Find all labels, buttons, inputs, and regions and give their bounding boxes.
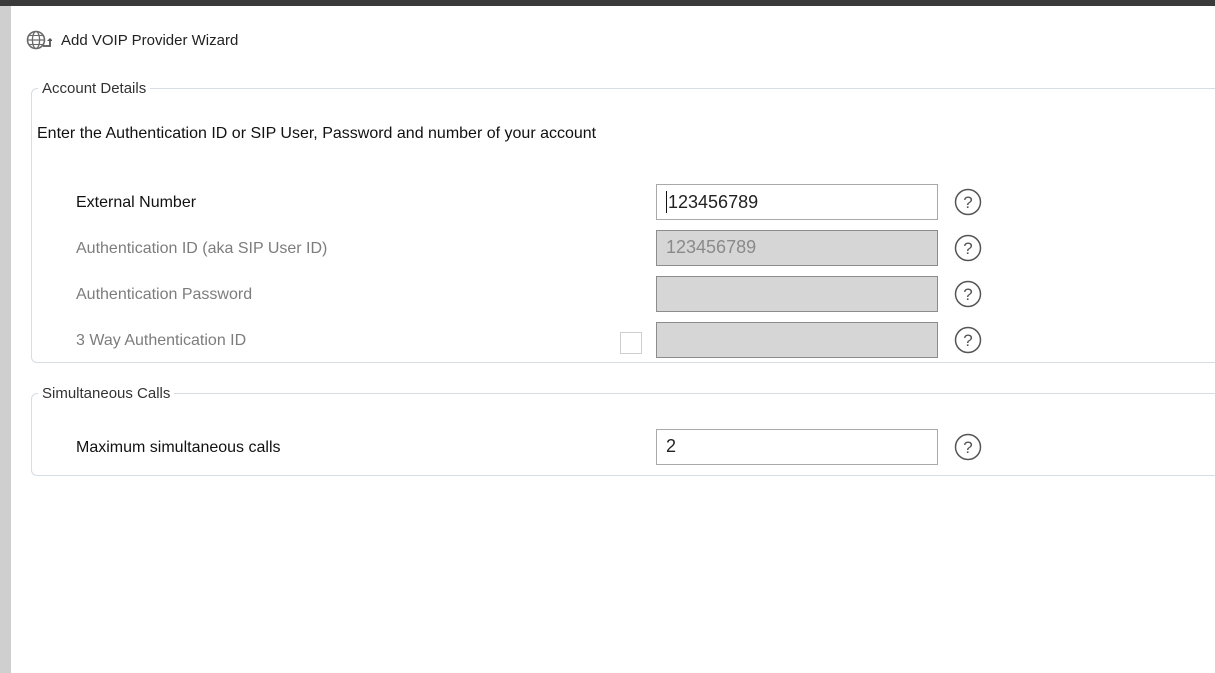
three-way-auth-input[interactable]: [656, 322, 938, 358]
globe-icon: [26, 28, 52, 52]
external-number-value: 123456789: [668, 192, 759, 212]
help-icon[interactable]: ?: [953, 325, 983, 355]
text-caret: [666, 191, 667, 213]
external-number-row: External Number 123456789 ?: [32, 184, 1032, 224]
auth-id-row: Authentication ID (aka SIP User ID) 1234…: [32, 230, 1032, 270]
wizard-window: Add VOIP Provider Wizard Account Details…: [0, 0, 1215, 673]
max-calls-label: Maximum simultaneous calls: [76, 439, 281, 456]
help-icon[interactable]: ?: [953, 233, 983, 263]
account-details-legend: Account Details: [42, 80, 147, 97]
three-way-auth-label: 3 Way Authentication ID: [76, 332, 247, 349]
svg-text:?: ?: [963, 438, 972, 457]
account-instruction: Enter the Authentication ID or SIP User,…: [37, 125, 597, 142]
help-icon[interactable]: ?: [953, 279, 983, 309]
auth-id-value: 123456789: [666, 237, 757, 257]
svg-text:?: ?: [963, 239, 972, 258]
svg-text:?: ?: [963, 331, 972, 350]
wizard-title: Add VOIP Provider Wizard: [61, 31, 239, 49]
help-icon[interactable]: ?: [953, 432, 983, 462]
top-border: [0, 0, 1215, 6]
auth-password-label: Authentication Password: [76, 286, 253, 303]
auth-id-input[interactable]: 123456789: [656, 230, 938, 266]
auth-id-label: Authentication ID (aka SIP User ID): [76, 240, 328, 257]
max-calls-input[interactable]: 2: [656, 429, 938, 465]
three-way-auth-checkbox[interactable]: [620, 332, 642, 354]
auth-password-row: Authentication Password ?: [32, 276, 1032, 316]
help-icon[interactable]: ?: [953, 187, 983, 217]
max-calls-row: Maximum simultaneous calls 2 ?: [32, 429, 1032, 469]
svg-text:?: ?: [963, 193, 972, 212]
left-border: [0, 6, 11, 673]
simultaneous-calls-legend: Simultaneous Calls: [42, 385, 171, 402]
account-details-group: Account Details Enter the Authentication…: [31, 80, 1215, 363]
auth-password-input[interactable]: [656, 276, 938, 312]
external-number-input[interactable]: 123456789: [656, 184, 938, 220]
external-number-label: External Number: [76, 194, 197, 211]
three-way-auth-row: 3 Way Authentication ID ?: [32, 322, 1032, 362]
svg-text:?: ?: [963, 285, 972, 304]
wizard-header: Add VOIP Provider Wizard: [26, 27, 238, 53]
max-calls-value: 2: [666, 436, 677, 456]
simultaneous-calls-group: Simultaneous Calls Maximum simultaneous …: [31, 385, 1215, 476]
